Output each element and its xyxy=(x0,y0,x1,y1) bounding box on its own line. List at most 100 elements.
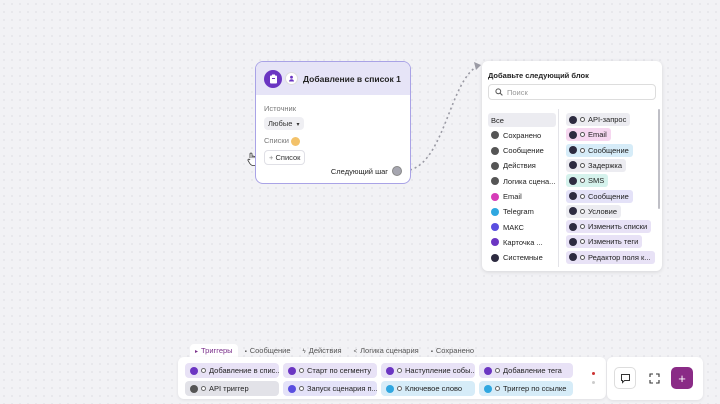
tab-item[interactable]: ▸ Триггеры xyxy=(190,344,238,358)
tab-label: Действия xyxy=(308,346,342,355)
category-icon xyxy=(491,238,499,247)
block-item[interactable]: SMS xyxy=(566,174,609,188)
trigger-chip[interactable]: Ключевое слово xyxy=(381,381,475,396)
tab-label: Сообщение xyxy=(249,346,291,355)
fullscreen-icon xyxy=(648,372,660,384)
tab-label: Сохранено xyxy=(435,346,475,355)
source-label: Источник xyxy=(264,104,297,113)
category-item[interactable]: Сохранено xyxy=(488,128,556,142)
block-label: Изменить списки xyxy=(588,222,648,232)
trigger-subicon xyxy=(201,368,206,373)
comment-button[interactable] xyxy=(614,367,636,389)
fullscreen-button[interactable] xyxy=(643,367,665,389)
tab-item[interactable]: ϟ Действия xyxy=(298,344,347,358)
trigger-chip[interactable]: Наступление собы... xyxy=(381,363,475,378)
caret-down-icon: ▾ xyxy=(296,122,300,128)
next-step-port[interactable] xyxy=(392,166,402,176)
block-subicon xyxy=(580,239,585,245)
trigger-label: Добавление тега xyxy=(503,366,562,375)
category-item[interactable]: Email xyxy=(488,190,556,204)
block-subicon xyxy=(580,193,585,199)
category-item[interactable]: Логика сцена... xyxy=(488,174,556,188)
list-icon xyxy=(264,69,282,88)
pager-dot[interactable] xyxy=(592,381,595,384)
comment-icon xyxy=(620,373,630,384)
search-input[interactable]: Поиск xyxy=(488,84,656,100)
trigger-subicon xyxy=(299,368,304,373)
tab-item[interactable]: < Логика сценария xyxy=(349,344,424,358)
block-label: Сообщение xyxy=(588,145,629,155)
block-label: Сообщение xyxy=(588,191,629,201)
category-label: Telegram xyxy=(503,207,534,217)
category-item[interactable]: Действия xyxy=(488,159,556,173)
trigger-subicon xyxy=(299,386,304,391)
tab-item[interactable]: ▪ Сообщение xyxy=(240,344,296,358)
block-label: Изменить теги xyxy=(588,237,639,247)
category-label: Логика сцена... xyxy=(503,176,556,186)
category-item[interactable]: Все xyxy=(488,113,556,127)
source-select[interactable]: Любые ▾ xyxy=(264,117,304,130)
category-item[interactable]: МАКС xyxy=(488,220,556,234)
category-label: Карточка ... xyxy=(503,237,543,247)
block-subicon xyxy=(580,224,585,230)
block-subicon xyxy=(580,162,585,168)
tab-label: Логика сценария xyxy=(360,346,419,355)
block-item[interactable]: Изменить теги xyxy=(566,235,643,249)
trigger-label: Наступление собы... xyxy=(405,366,475,375)
block-subicon xyxy=(580,254,585,260)
trigger-chip[interactable]: Запуск сценария п... xyxy=(283,381,377,396)
tab-item[interactable]: ▪ Сохранено xyxy=(426,344,479,358)
category-icon xyxy=(491,223,499,232)
block-item[interactable]: Сообщение xyxy=(566,143,633,157)
trigger-icon xyxy=(386,384,394,393)
trigger-chip[interactable]: Добавление в спис... xyxy=(185,363,279,378)
tab-icon: < xyxy=(353,349,358,355)
node-header[interactable]: Добавление в список 1 xyxy=(256,62,410,95)
lists-label: Списки xyxy=(264,136,300,146)
trigger-subicon xyxy=(495,386,500,391)
block-item[interactable]: Email xyxy=(566,128,611,142)
block-item[interactable]: Условие xyxy=(566,204,621,218)
category-item[interactable]: Telegram xyxy=(488,205,556,219)
category-icon xyxy=(491,161,499,170)
trigger-chip[interactable]: API триггер xyxy=(185,381,279,396)
trigger-icon xyxy=(484,366,492,375)
trigger-chip[interactable]: Триггер по ссылке xyxy=(479,381,573,396)
trigger-subicon xyxy=(201,386,206,391)
block-item[interactable]: Задержка xyxy=(566,158,627,172)
trigger-label: Запуск сценария п... xyxy=(307,384,377,393)
add-list-button[interactable]: + Список xyxy=(264,150,306,165)
panel-title: Добавьте следующий блок xyxy=(488,71,589,80)
trigger-subicon xyxy=(397,386,402,391)
search-placeholder: Поиск xyxy=(507,87,528,97)
block-item[interactable]: API-запрос xyxy=(566,113,631,126)
block-label: API-запрос xyxy=(588,115,627,124)
block-list-scrollbar[interactable] xyxy=(658,109,660,209)
trigger-chip[interactable]: Старт по сегменту xyxy=(283,363,377,378)
source-value: Любые xyxy=(268,119,293,128)
list-add-node[interactable]: Добавление в список 1 Источник Любые ▾ С… xyxy=(255,61,411,184)
category-item[interactable]: Карточка ... xyxy=(488,235,556,249)
pager-dot[interactable] xyxy=(592,372,595,375)
block-icon xyxy=(569,253,577,262)
category-label: Email xyxy=(503,192,522,201)
trigger-icon xyxy=(288,366,296,375)
trigger-chip[interactable]: Добавление тега xyxy=(479,363,573,378)
block-label: Редактор поля к... xyxy=(588,252,651,262)
category-icon xyxy=(491,253,499,262)
category-label: Системные xyxy=(503,253,543,263)
category-label: Сообщение xyxy=(503,146,544,156)
block-item[interactable]: Редактор поля к... xyxy=(566,250,655,264)
block-item[interactable]: Изменить списки xyxy=(566,220,652,234)
category-label: Сохранено xyxy=(503,130,542,140)
category-item[interactable]: Системные xyxy=(488,251,556,265)
trigger-icon xyxy=(484,384,492,393)
plus-icon: + xyxy=(678,370,686,386)
block-item[interactable]: Сообщение xyxy=(566,189,633,203)
category-item[interactable]: Сообщение xyxy=(488,144,556,158)
add-button[interactable]: + xyxy=(671,367,693,389)
block-subicon xyxy=(580,132,585,138)
tab-icon: ▸ xyxy=(195,349,199,355)
block-label: Задержка xyxy=(588,160,623,170)
tab-label: Триггеры xyxy=(201,346,233,355)
